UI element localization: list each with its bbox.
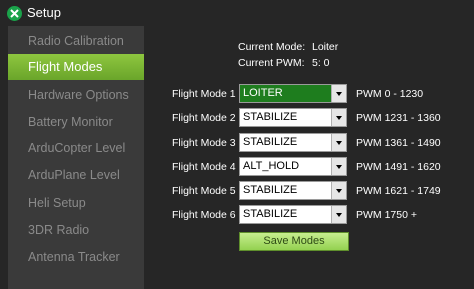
chevron-down-icon[interactable]	[331, 109, 346, 126]
flight-mode-2-select[interactable]: STABILIZE	[239, 108, 347, 127]
save-modes-button[interactable]: Save Modes	[239, 232, 349, 251]
sidebar-item-arducopter-level[interactable]: ArduCopter Level	[8, 135, 144, 161]
current-pwm-label: Current PWM:	[238, 57, 305, 69]
flight-mode-1-value: LOITER	[243, 87, 283, 99]
sidebar-item-battery-monitor[interactable]: Battery Monitor	[8, 109, 144, 135]
app-logo-icon	[7, 6, 22, 21]
flight-mode-6-select[interactable]: STABILIZE	[239, 205, 347, 224]
flight-mode-3-select[interactable]: STABILIZE	[239, 133, 347, 152]
sidebar-item-hardware-options[interactable]: Hardware Options	[8, 82, 144, 108]
sidebar-item-arduplane-level[interactable]: ArduPlane Level	[8, 162, 144, 188]
flight-mode-5-pwm: PWM 1621 - 1749	[356, 185, 441, 197]
flight-mode-3-pwm: PWM 1361 - 1490	[356, 137, 441, 149]
title-bar: Setup	[0, 0, 474, 26]
flight-mode-4-label: Flight Mode 4	[172, 161, 236, 173]
chevron-down-icon[interactable]	[331, 158, 346, 175]
chevron-down-icon[interactable]	[331, 182, 346, 199]
flight-mode-6-pwm: PWM 1750 +	[356, 209, 417, 221]
flight-mode-2-value: STABILIZE	[243, 111, 298, 123]
flight-mode-5-label: Flight Mode 5	[172, 185, 236, 197]
flight-mode-1-label: Flight Mode 1	[172, 88, 236, 100]
flight-mode-3-label: Flight Mode 3	[172, 137, 236, 149]
window-title: Setup	[27, 5, 61, 20]
chevron-down-icon[interactable]	[331, 134, 346, 151]
flight-mode-5-select[interactable]: STABILIZE	[239, 181, 347, 200]
current-pwm-value: 5: 0	[312, 57, 330, 69]
flight-mode-2-label: Flight Mode 2	[172, 112, 236, 124]
sidebar-item-heli-setup[interactable]: Heli Setup	[8, 190, 144, 216]
flight-mode-6-label: Flight Mode 6	[172, 209, 236, 221]
flight-mode-4-select[interactable]: ALT_HOLD	[239, 157, 347, 176]
sidebar-item-antenna-tracker[interactable]: Antenna Tracker	[8, 244, 144, 270]
sidebar: Radio Calibration Flight Modes Hardware …	[8, 26, 152, 289]
chevron-down-icon[interactable]	[331, 206, 346, 223]
flight-mode-2-pwm: PWM 1231 - 1360	[356, 112, 441, 124]
sidebar-item-3dr-radio[interactable]: 3DR Radio	[8, 217, 144, 243]
chevron-down-icon[interactable]	[331, 85, 346, 102]
flight-mode-6-value: STABILIZE	[243, 208, 298, 220]
flight-mode-4-pwm: PWM 1491 - 1620	[356, 161, 441, 173]
flight-mode-1-select[interactable]: LOITER	[239, 84, 347, 103]
sidebar-item-flight-modes[interactable]: Flight Modes	[8, 54, 152, 80]
sidebar-item-radio-calibration[interactable]: Radio Calibration	[8, 28, 144, 54]
flight-mode-1-pwm: PWM 0 - 1230	[356, 88, 424, 100]
flight-mode-4-value: ALT_HOLD	[243, 160, 300, 172]
flight-modes-panel: Current Mode: Loiter Current PWM: 5: 0 F…	[144, 26, 474, 289]
current-mode-value: Loiter	[312, 41, 339, 53]
flight-mode-5-value: STABILIZE	[243, 184, 298, 196]
current-mode-label: Current Mode:	[238, 41, 306, 53]
flight-mode-3-value: STABILIZE	[243, 136, 298, 148]
